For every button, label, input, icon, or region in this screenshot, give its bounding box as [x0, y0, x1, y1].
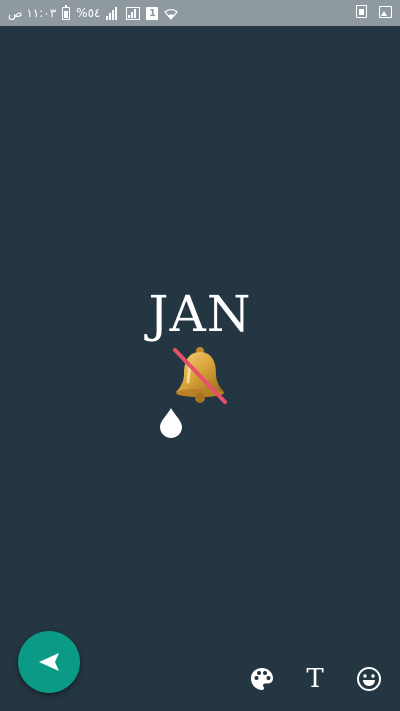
smiley-icon [357, 667, 381, 691]
image-notification-icon [379, 5, 392, 18]
text-style-icon: T [306, 664, 324, 694]
battery-percent: %٥٤ [76, 6, 101, 20]
text-cursor-drop-icon[interactable] [158, 404, 184, 438]
sim-1-icon: 1 [146, 6, 159, 20]
system-status-bar: ١١:٠٣ ص %٥٤ 1 [0, 0, 400, 26]
palette-icon [251, 668, 273, 690]
send-button[interactable] [18, 631, 80, 693]
signal-icon [106, 6, 120, 20]
text-style-button[interactable]: T [300, 664, 330, 694]
status-bar-left: ١١:٠٣ ص %٥٤ 1 [8, 4, 179, 21]
battery-saver-icon [356, 5, 367, 18]
status-composer-screen: ١١:٠٣ ص %٥٤ 1 JAN T [0, 0, 400, 711]
status-text[interactable]: JAN [0, 282, 400, 346]
status-bar-right [356, 5, 392, 18]
send-icon [39, 653, 59, 671]
muted-bell-icon [173, 347, 227, 404]
battery-icon [62, 4, 71, 20]
clock: ١١:٠٣ ص [8, 6, 57, 20]
color-palette-button[interactable] [247, 664, 277, 694]
emoji-button[interactable] [354, 664, 384, 694]
signal-sim2-icon [126, 6, 141, 20]
wifi-icon [164, 8, 179, 20]
